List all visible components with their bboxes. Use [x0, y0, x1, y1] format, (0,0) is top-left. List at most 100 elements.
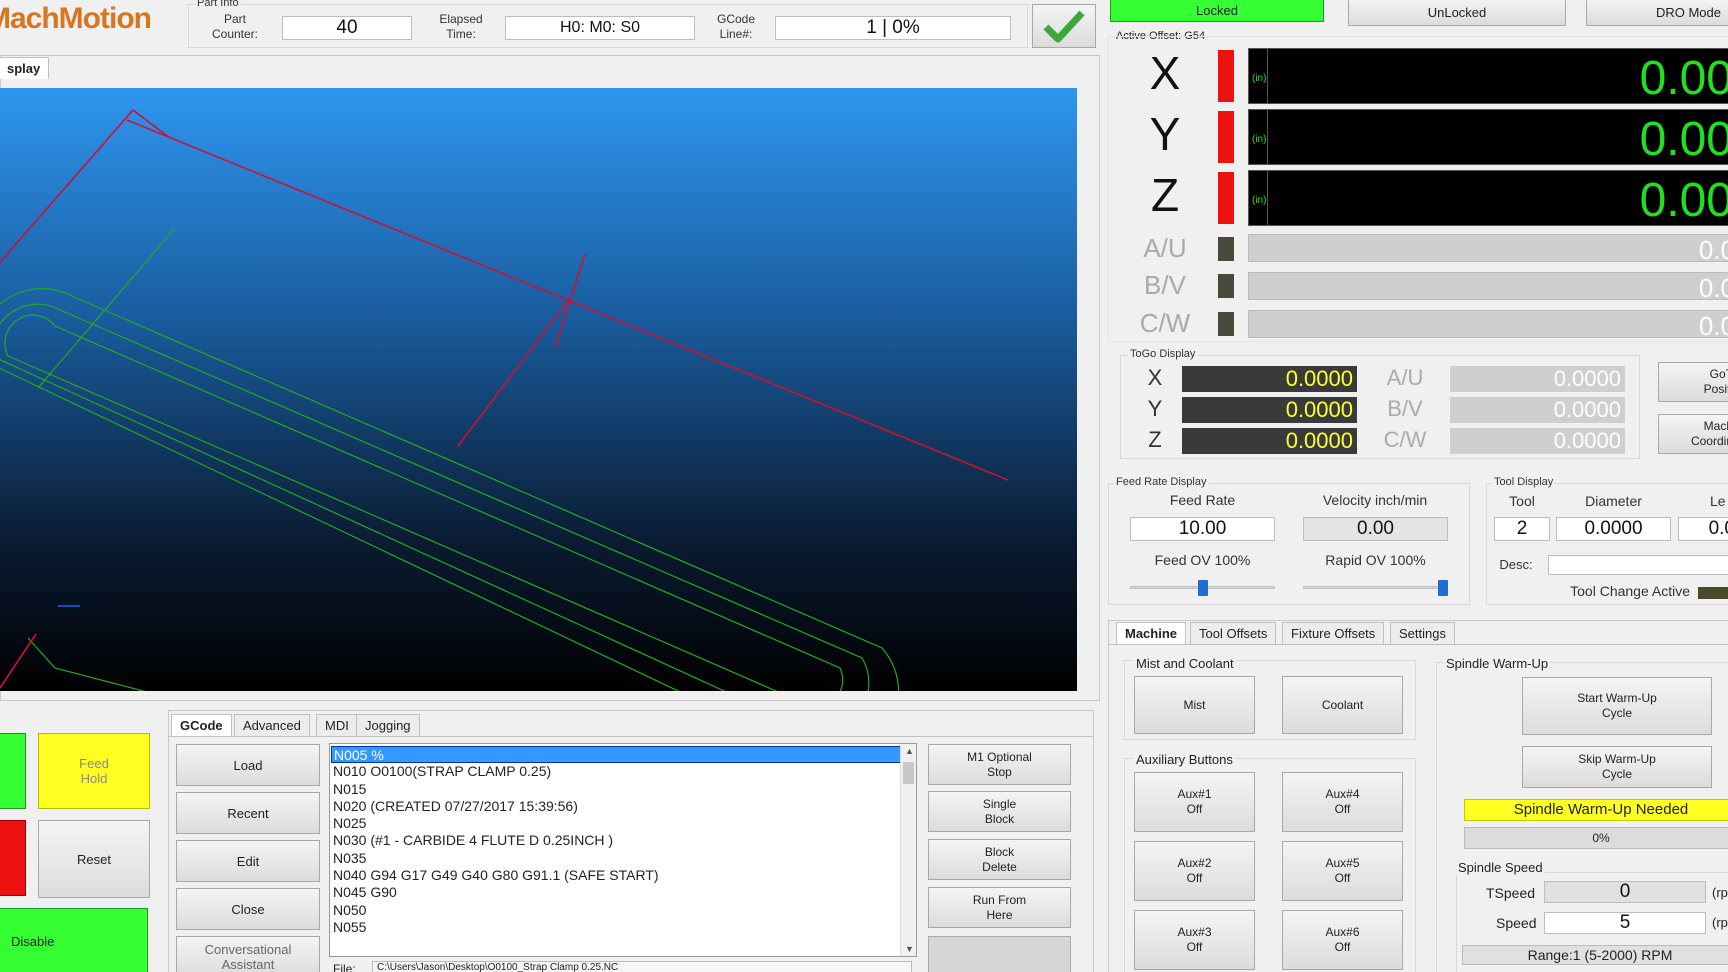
- rapid-ov-thumb[interactable]: [1438, 580, 1448, 596]
- block-delete-button[interactable]: Block Delete: [928, 839, 1071, 880]
- togo-y-label: Y: [1147, 396, 1163, 421]
- tab-settings[interactable]: Settings: [1390, 622, 1455, 644]
- unlocked-button[interactable]: UnLocked: [1348, 0, 1566, 26]
- scroll-up-icon[interactable]: ▲: [905, 746, 914, 756]
- disable-button[interactable]: Disable: [0, 908, 148, 972]
- rapid-ov-slider[interactable]: [1303, 578, 1448, 598]
- tspeed-field: 0: [1544, 881, 1706, 903]
- feed-hold-button[interactable]: Feed Hold: [38, 733, 150, 809]
- desc-field[interactable]: [1548, 555, 1728, 575]
- machine-tab-underline: [1108, 644, 1728, 645]
- spindle-range-label: Range:1 (5-2000) RPM: [1462, 945, 1728, 965]
- gcode-line-label: GCode Line#:: [716, 12, 756, 41]
- aux3-button[interactable]: Aux#3 Off: [1134, 910, 1255, 970]
- warmup-progress-bar: 0%: [1464, 827, 1728, 849]
- gcode-line[interactable]: N055: [331, 919, 901, 936]
- dro-mode-button[interactable]: DRO Mode: [1586, 0, 1728, 26]
- part-info-label: Part Info: [195, 0, 241, 9]
- gcode-line[interactable]: N020 (CREATED 07/27/2017 15:39:56): [331, 798, 901, 815]
- aux1-button[interactable]: Aux#1 Off: [1134, 772, 1255, 832]
- gcode-line[interactable]: N005 %: [331, 746, 901, 764]
- z-axis-dro[interactable]: (in) 0.00: [1248, 170, 1728, 226]
- scroll-down-icon[interactable]: ▼: [905, 944, 914, 954]
- mist-button[interactable]: Mist: [1134, 676, 1255, 734]
- y-axis-indicator: [1218, 111, 1234, 163]
- a-axis-indicator: [1218, 237, 1234, 261]
- aux4-button[interactable]: Aux#4 Off: [1282, 772, 1403, 832]
- part-counter-field: 40: [282, 16, 412, 40]
- feed-rate-label: Feed Rate: [1169, 492, 1236, 508]
- a-axis-dro[interactable]: 0.0: [1248, 234, 1728, 262]
- tab-tool-offsets[interactable]: Tool Offsets: [1190, 622, 1277, 644]
- gcode-line[interactable]: N045 G90: [331, 884, 901, 901]
- togo-c-value: 0.0000: [1450, 428, 1625, 454]
- elapsed-time-field: H0: M0: S0: [505, 16, 695, 40]
- tool-change-label: Tool Change Active: [1570, 583, 1690, 599]
- gcode-line[interactable]: N050: [331, 902, 901, 919]
- recent-button[interactable]: Recent: [176, 792, 320, 834]
- reset-button[interactable]: Reset: [38, 820, 150, 898]
- togo-z-value: 0.0000: [1182, 428, 1357, 454]
- tab-mdi[interactable]: MDI: [316, 714, 358, 736]
- blank-run-button[interactable]: [928, 936, 1071, 972]
- speed-field[interactable]: 5: [1544, 912, 1706, 934]
- togo-a-label: A/U: [1386, 365, 1424, 390]
- tool-number-field[interactable]: 2: [1494, 517, 1550, 541]
- b-axis-dro[interactable]: 0.0: [1248, 272, 1728, 300]
- tspeed-unit-label: (rp: [1712, 885, 1728, 900]
- aux2-button[interactable]: Aux#2 Off: [1134, 841, 1255, 901]
- c-axis-letter: C/W: [1139, 308, 1191, 338]
- file-label: File:: [333, 962, 356, 972]
- conversational-assistant-button[interactable]: Conversational Assistant: [176, 936, 320, 972]
- edit-button[interactable]: Edit: [176, 840, 320, 882]
- skip-warmup-button[interactable]: Skip Warm-Up Cycle: [1522, 746, 1712, 788]
- scroll-thumb[interactable]: [903, 762, 914, 784]
- tab-gcode[interactable]: GCode: [171, 714, 232, 736]
- m1-optional-stop-button[interactable]: M1 Optional Stop: [928, 744, 1071, 785]
- y-axis-dro[interactable]: (in) 0.00: [1248, 109, 1728, 165]
- togo-b-value: 0.0000: [1450, 397, 1625, 423]
- aux6-button[interactable]: Aux#6 Off: [1282, 910, 1403, 970]
- toolpath-viewport[interactable]: [0, 88, 1077, 691]
- velocity-field: 0.00: [1303, 517, 1448, 541]
- x-axis-dro[interactable]: (in) 0.00: [1248, 48, 1728, 104]
- length-field[interactable]: 0.0: [1678, 517, 1728, 541]
- gcode-line[interactable]: N025: [331, 815, 901, 832]
- aux5-button[interactable]: Aux#5 Off: [1282, 841, 1403, 901]
- gcode-line-field: 1 | 0%: [775, 16, 1011, 40]
- run-from-here-button[interactable]: Run From Here: [928, 887, 1071, 928]
- tab-display[interactable]: splay: [0, 57, 50, 79]
- cycle-start-indicator[interactable]: [0, 733, 26, 809]
- goto-position-button[interactable]: GoT Positi: [1658, 362, 1728, 402]
- start-warmup-button[interactable]: Start Warm-Up Cycle: [1522, 677, 1712, 735]
- single-block-button[interactable]: Single Block: [928, 791, 1071, 832]
- feed-ov-thumb[interactable]: [1198, 580, 1208, 596]
- tab-fixture-offsets[interactable]: Fixture Offsets: [1282, 622, 1385, 644]
- gcode-listbox[interactable]: N005 % N010 O0100(STRAP CLAMP 0.25) N015 N0…: [329, 743, 917, 957]
- feed-ov-slider[interactable]: [1130, 578, 1275, 598]
- tab-advanced[interactable]: Advanced: [234, 714, 310, 736]
- tab-machine[interactable]: Machine: [1116, 622, 1187, 644]
- x-axis-value: 0.00: [1639, 52, 1728, 104]
- gcode-line[interactable]: N035: [331, 850, 901, 867]
- tab-jogging[interactable]: Jogging: [356, 714, 420, 736]
- tspeed-label: TSpeed: [1486, 885, 1536, 901]
- close-button[interactable]: Close: [176, 888, 320, 930]
- stop-indicator[interactable]: [0, 820, 26, 896]
- machine-coordinates-button[interactable]: Mach Coordin: [1658, 414, 1728, 454]
- load-button[interactable]: Load: [176, 744, 320, 786]
- gcode-scrollbar[interactable]: ▲ ▼: [900, 744, 916, 956]
- gcode-line[interactable]: N030 (#1 - CARBIDE 4 FLUTE D 0.25INCH ): [331, 832, 901, 849]
- gcode-line[interactable]: N015: [331, 781, 901, 798]
- coolant-button[interactable]: Coolant: [1282, 676, 1403, 734]
- feed-rate-field[interactable]: 10.00: [1130, 517, 1275, 541]
- locked-button[interactable]: Locked: [1110, 0, 1324, 22]
- gcode-line[interactable]: N010 O0100(STRAP CLAMP 0.25): [331, 763, 901, 780]
- c-axis-dro[interactable]: 0.0: [1248, 310, 1728, 338]
- cycle-ok-button[interactable]: [1032, 4, 1096, 48]
- rapid-ov-label: Rapid OV 100%: [1325, 552, 1426, 568]
- diameter-field[interactable]: 0.0000: [1556, 517, 1671, 541]
- velocity-label: Velocity inch/min: [1322, 492, 1428, 508]
- gcode-line[interactable]: N040 G94 G17 G49 G40 G80 G91.1 (SAFE STA…: [331, 867, 901, 884]
- part-counter-label: Part Counter:: [211, 12, 259, 41]
